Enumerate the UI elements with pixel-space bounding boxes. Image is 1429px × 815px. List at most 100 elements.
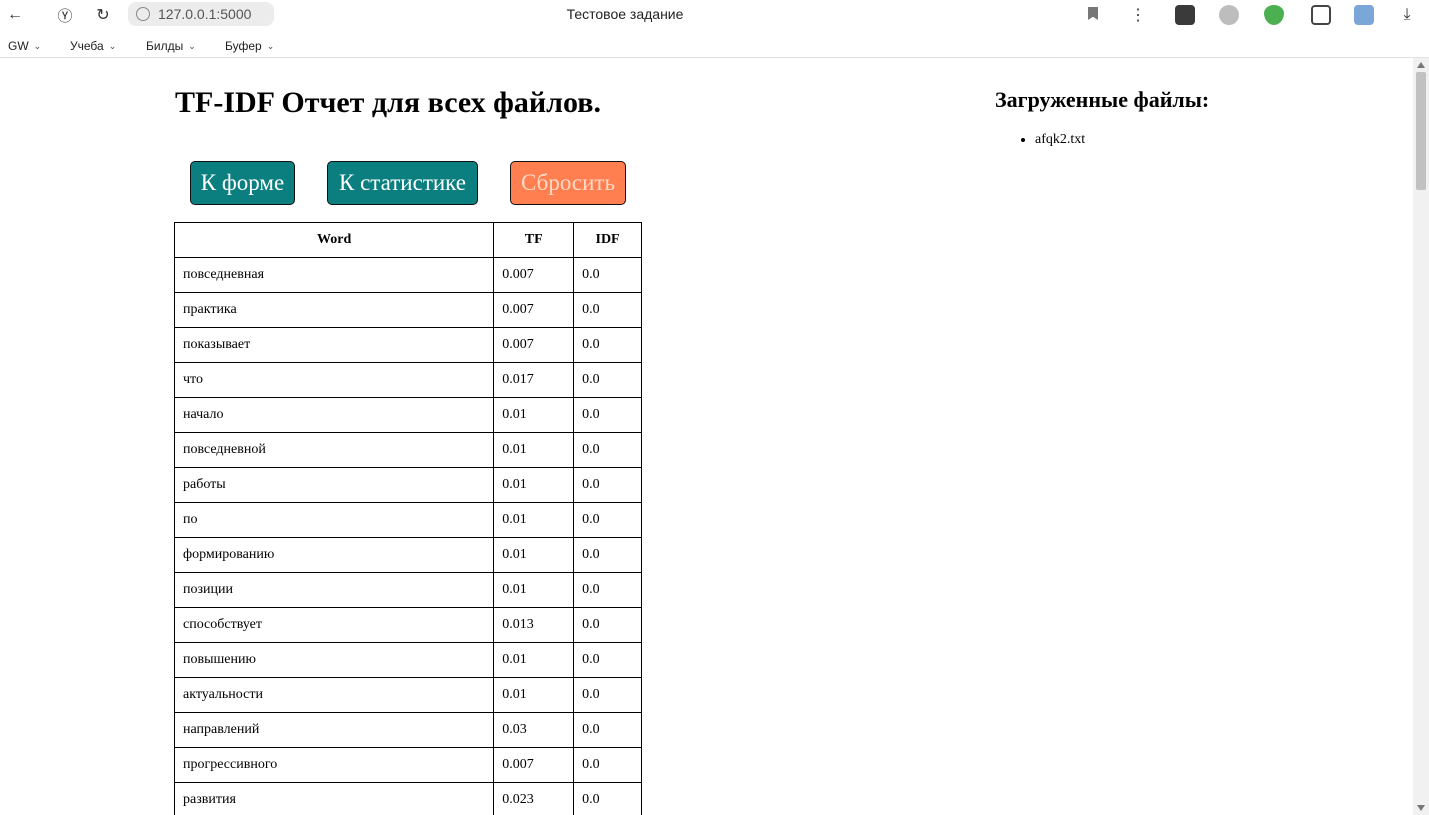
cell-idf: 0.0 bbox=[573, 782, 642, 815]
menu-dots-icon[interactable]: ⋮ bbox=[1127, 4, 1149, 26]
download-icon[interactable]: ⤓ bbox=[1396, 4, 1418, 26]
cell-word: показывает bbox=[173, 327, 495, 363]
cell-tf: 0.01 bbox=[493, 537, 575, 573]
chevron-down-icon: ⌄ bbox=[188, 40, 196, 51]
cell-word: повышению bbox=[173, 642, 495, 678]
table-row: практика 0.007 0.0 bbox=[173, 292, 642, 328]
cell-word: что bbox=[173, 362, 495, 398]
reload-icon[interactable]: ↻ bbox=[92, 4, 114, 26]
bookmarks-bar: GW ⌄ Учеба ⌄ Билды ⌄ Буфер ⌄ bbox=[0, 30, 1429, 58]
cell-idf: 0.0 bbox=[573, 257, 642, 293]
table-row: повседневной 0.01 0.0 bbox=[173, 432, 642, 468]
cell-word: начало bbox=[173, 397, 495, 433]
scroll-down-icon[interactable] bbox=[1417, 805, 1425, 811]
cell-idf: 0.0 bbox=[573, 712, 642, 748]
cell-word: повседневной bbox=[173, 432, 495, 468]
address-url: 127.0.0.1:5000 bbox=[158, 6, 252, 22]
tab-title: Тестовое задание bbox=[566, 6, 684, 22]
uploaded-files-list: afqk2.txt bbox=[1035, 132, 1085, 148]
cell-idf: 0.0 bbox=[573, 572, 642, 608]
table-header-row: Word TF IDF bbox=[173, 222, 642, 258]
collections-icon[interactable] bbox=[1311, 5, 1331, 25]
bookmark-label: Буфер bbox=[225, 39, 262, 53]
cell-tf: 0.007 bbox=[493, 327, 575, 363]
cell-word: актуальности bbox=[173, 677, 495, 713]
cell-tf: 0.01 bbox=[493, 572, 575, 608]
bookmark-folder-builds[interactable]: Билды ⌄ bbox=[146, 39, 196, 53]
file-list-item: afqk2.txt bbox=[1035, 132, 1085, 148]
globe-icon[interactable] bbox=[1219, 5, 1239, 25]
header-idf: IDF bbox=[573, 222, 642, 258]
scroll-up-icon[interactable] bbox=[1417, 62, 1425, 68]
table-row: актуальности 0.01 0.0 bbox=[173, 677, 642, 713]
cell-tf: 0.01 bbox=[493, 397, 575, 433]
bookmark-folder-buffer[interactable]: Буфер ⌄ bbox=[225, 39, 274, 53]
table-row: показывает 0.007 0.0 bbox=[173, 327, 642, 363]
browser-toolbar: ← Ⓨ ↻ 127.0.0.1:5000 Тестовое задание ⋮ … bbox=[0, 0, 1429, 30]
cell-idf: 0.0 bbox=[573, 747, 642, 783]
cell-word: способствует bbox=[173, 607, 495, 643]
table-row: повышению 0.01 0.0 bbox=[173, 642, 642, 678]
reset-button[interactable]: Сбросить bbox=[510, 161, 626, 205]
cell-idf: 0.0 bbox=[573, 467, 642, 503]
table-row: начало 0.01 0.0 bbox=[173, 397, 642, 433]
bookmark-label: Учеба bbox=[70, 39, 104, 53]
yandex-logo-icon[interactable]: Ⓨ bbox=[54, 4, 76, 26]
chevron-down-icon: ⌄ bbox=[33, 40, 42, 51]
table-row: по 0.01 0.0 bbox=[173, 502, 642, 538]
tfidf-table: Word TF IDF повседневная 0.007 0.0 практика… bbox=[173, 222, 642, 815]
table-row: что 0.017 0.0 bbox=[173, 362, 642, 398]
cell-tf: 0.013 bbox=[493, 607, 575, 643]
bookmark-folder-gw[interactable]: GW ⌄ bbox=[8, 39, 41, 53]
page-title: TF-IDF Отчет для всех файлов. bbox=[175, 86, 601, 119]
cell-word: повседневная bbox=[173, 257, 495, 293]
address-bar[interactable]: 127.0.0.1:5000 bbox=[128, 2, 274, 26]
cell-word: формированию bbox=[173, 537, 495, 573]
cell-idf: 0.0 bbox=[573, 677, 642, 713]
cell-word: позиции bbox=[173, 572, 495, 608]
cell-idf: 0.0 bbox=[573, 397, 642, 433]
cell-tf: 0.023 bbox=[493, 782, 575, 815]
chevron-down-icon: ⌄ bbox=[108, 40, 117, 51]
cell-word: практика bbox=[173, 292, 495, 328]
back-arrow-icon[interactable]: ← bbox=[4, 4, 26, 26]
bookmark-folder-study[interactable]: Учеба ⌄ bbox=[70, 39, 116, 53]
table-row: направлений 0.03 0.0 bbox=[173, 712, 642, 748]
cell-tf: 0.017 bbox=[493, 362, 575, 398]
cell-tf: 0.01 bbox=[493, 642, 575, 678]
site-info-icon[interactable] bbox=[136, 7, 150, 21]
cell-tf: 0.007 bbox=[493, 257, 575, 293]
cell-idf: 0.0 bbox=[573, 362, 642, 398]
cell-tf: 0.007 bbox=[493, 292, 575, 328]
cell-idf: 0.0 bbox=[573, 607, 642, 643]
cell-tf: 0.03 bbox=[493, 712, 575, 748]
cell-idf: 0.0 bbox=[573, 292, 642, 328]
cell-word: прогрессивного bbox=[173, 747, 495, 783]
to-stats-button[interactable]: К статистике bbox=[327, 161, 478, 205]
cell-word: развития bbox=[173, 782, 495, 815]
cell-idf: 0.0 bbox=[573, 327, 642, 363]
scrollbar[interactable] bbox=[1413, 58, 1429, 815]
table-row: позиции 0.01 0.0 bbox=[173, 572, 642, 608]
table-row: развития 0.023 0.0 bbox=[173, 782, 642, 815]
profile-icon[interactable] bbox=[1354, 5, 1374, 25]
table-row: работы 0.01 0.0 bbox=[173, 467, 642, 503]
cell-word: работы bbox=[173, 467, 495, 503]
to-form-button[interactable]: К форме bbox=[190, 161, 295, 205]
header-word: Word bbox=[173, 222, 495, 258]
table-row: повседневная 0.007 0.0 bbox=[173, 257, 642, 293]
shield-icon[interactable] bbox=[1264, 5, 1284, 25]
table-row: формированию 0.01 0.0 bbox=[173, 537, 642, 573]
table-row: способствует 0.013 0.0 bbox=[173, 607, 642, 643]
cell-idf: 0.0 bbox=[573, 502, 642, 538]
extension-icon[interactable] bbox=[1175, 5, 1195, 25]
cell-tf: 0.007 bbox=[493, 747, 575, 783]
scroll-thumb[interactable] bbox=[1416, 72, 1426, 190]
cell-idf: 0.0 bbox=[573, 642, 642, 678]
bookmark-icon[interactable] bbox=[1088, 7, 1098, 20]
uploaded-files-title: Загруженные файлы: bbox=[995, 87, 1210, 112]
cell-idf: 0.0 bbox=[573, 537, 642, 573]
table-row: прогрессивного 0.007 0.0 bbox=[173, 747, 642, 783]
cell-word: направлений bbox=[173, 712, 495, 748]
cell-tf: 0.01 bbox=[493, 432, 575, 468]
